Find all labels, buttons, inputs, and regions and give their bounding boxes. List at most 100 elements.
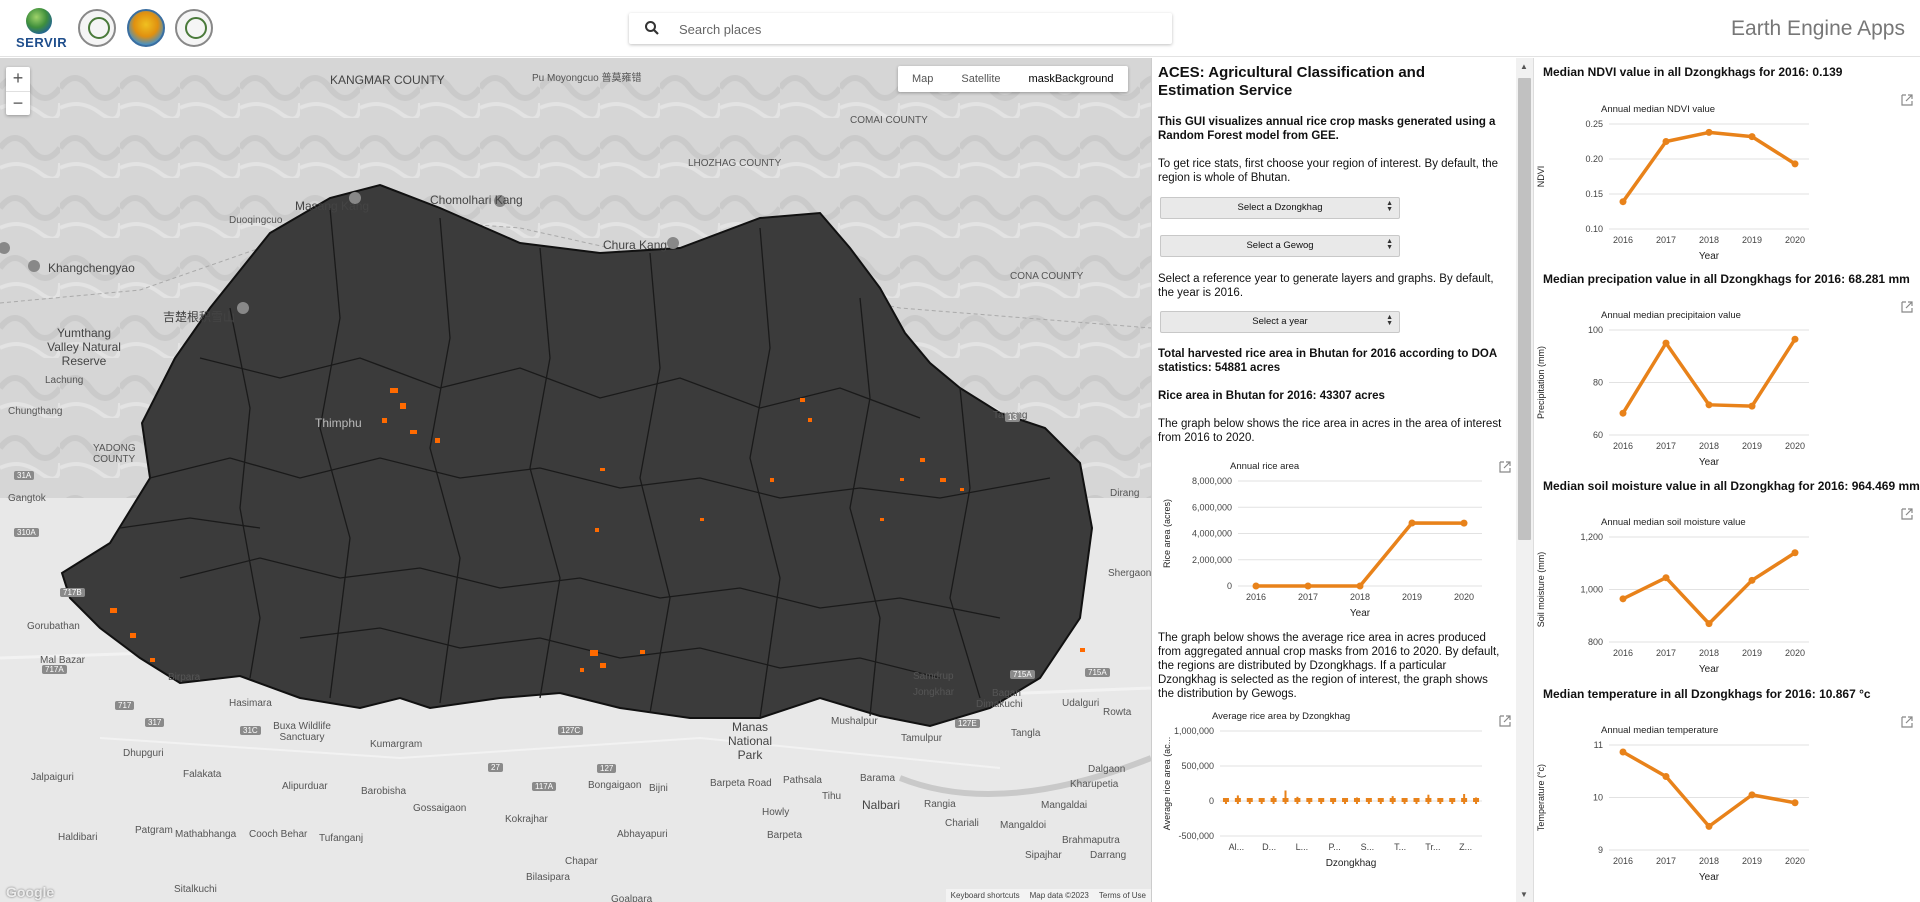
open-in-new-icon[interactable] [1901, 508, 1913, 520]
series-line [1622, 750, 1796, 829]
x-tick-label: 2020 [1785, 441, 1805, 451]
soil-moisture-chart-svg: Annual median soil moisture value 800 1,00… [1536, 517, 1809, 675]
x-tick-label: 2017 [1656, 235, 1676, 245]
scroll-down-icon[interactable]: ▼ [1520, 890, 1528, 899]
google-logo[interactable]: Google [6, 884, 54, 900]
place-label: Khangchengyao [48, 261, 135, 275]
bar [1330, 798, 1337, 802]
bar [1365, 798, 1372, 802]
place-label: Manas National Park [727, 720, 773, 762]
y-tick-label: -500,000 [1178, 831, 1214, 841]
y-tick-label: 0 [1227, 581, 1232, 591]
series-line [1622, 551, 1796, 626]
search-box[interactable] [629, 13, 1172, 44]
road-badge: 717B [60, 588, 85, 597]
data-point [1791, 549, 1799, 557]
y-axis-label: Temperature (°c) [1536, 764, 1546, 831]
x-tick-label: 2019 [1742, 648, 1762, 658]
y-tick-label: 0.20 [1585, 154, 1603, 164]
bar [1282, 798, 1289, 802]
y-tick-label: 800 [1588, 637, 1603, 647]
search-input[interactable] [677, 18, 1161, 40]
data-point [1619, 748, 1627, 756]
zoom-in-button[interactable]: + [6, 67, 30, 92]
bar [1377, 798, 1384, 802]
search-icon[interactable] [643, 19, 661, 37]
place-label: Chura Kang [603, 238, 668, 252]
place-label: Samdrup [913, 671, 954, 682]
bar [1270, 798, 1277, 802]
keyboard-shortcuts-link[interactable]: Keyboard shortcuts [951, 889, 1020, 902]
x-tick-label: 2017 [1656, 856, 1676, 866]
x-tick-label: 2016 [1246, 592, 1266, 602]
map-type-control: Map Satellite maskBackground [898, 66, 1128, 92]
nppc-logo[interactable] [175, 9, 213, 47]
place-label: Pathsala [783, 775, 822, 786]
data-point [1252, 582, 1260, 590]
road-badge: 717A [42, 665, 67, 674]
scroll-up-icon[interactable]: ▲ [1520, 62, 1528, 71]
scrollbar-thumb[interactable] [1518, 78, 1531, 540]
x-axis-label: Year [1350, 608, 1371, 619]
data-point [1662, 339, 1670, 347]
soil-moisture-chart: Annual median soil moisture value 800 1,00… [1534, 494, 1920, 675]
panel-scrollbar[interactable]: ▲ ▼ [1516, 58, 1533, 902]
place-label: Mangaldai [1041, 800, 1088, 811]
open-in-new-icon[interactable] [1901, 301, 1913, 313]
map-view[interactable]: KANGMAR COUNTY Pu Moyongcuo 普莫雍错 COMAI C… [0, 58, 1151, 902]
x-tick-label: 2016 [1613, 235, 1633, 245]
dzongkhag-select[interactable]: Select a Dzongkhag ▲ ▼ [1160, 197, 1400, 219]
servir-logo[interactable]: SERVIR [16, 8, 67, 50]
moaf-logo[interactable] [127, 9, 165, 47]
road-badge: 127 [597, 764, 617, 773]
road-badge: 310A [14, 528, 39, 537]
place-label: Tangla [1011, 728, 1041, 739]
chart-title: Annual median precipitaion value [1601, 310, 1741, 321]
place-label: Yumthang Valley Natural Reserve [47, 326, 121, 368]
bar [1306, 798, 1313, 802]
globe-icon [26, 8, 52, 34]
temperature-heading: Median temperature in all Dzongkhags for… [1543, 687, 1871, 701]
place-label: Shergaon [1108, 568, 1151, 579]
x-tick-label: 2019 [1742, 235, 1762, 245]
place-label: 吉楚根积雪山 [163, 310, 236, 324]
map-type-satellite[interactable]: Satellite [947, 66, 1014, 92]
open-in-new-icon[interactable] [1499, 715, 1511, 727]
bar [1425, 798, 1432, 802]
gewog-select[interactable]: Select a Gewog ▲ ▼ [1160, 235, 1400, 257]
road-badge: 31A [14, 471, 35, 480]
y-axis-label: Rice area (acres) [1162, 499, 1172, 568]
dai-logo[interactable] [78, 9, 116, 47]
x-tick-label: 2018 [1699, 235, 1719, 245]
y-tick-label: 1,000 [1580, 585, 1603, 595]
place-label: Dhupguri [123, 748, 164, 759]
map-type-mask-background[interactable]: maskBackground [1015, 66, 1128, 92]
rice-area-text: Rice area in Bhutan for 2016: 43307 acre… [1158, 390, 1385, 402]
y-axis-label: Precipitation (mm) [1536, 346, 1546, 419]
place-label: Haldibari [58, 832, 98, 843]
map-type-map[interactable]: Map [898, 66, 947, 92]
map-canvas[interactable] [0, 58, 1151, 902]
place-label: Dirang [1110, 488, 1140, 499]
data-point [1705, 128, 1713, 136]
y-tick-label: 9 [1598, 845, 1603, 855]
x-tick-label: Al... [1229, 842, 1245, 852]
year-select[interactable]: Select a year ▲ ▼ [1160, 311, 1400, 333]
x-axis-label: Year [1699, 457, 1720, 467]
place-label: Chapar [565, 856, 598, 867]
place-label: Lachung [45, 375, 84, 386]
map-footer: Keyboard shortcuts Map data ©2023 Terms … [945, 889, 1151, 902]
y-tick-label: 80 [1593, 378, 1603, 388]
y-tick-label: 0.15 [1585, 189, 1603, 199]
place-label: Mathabhanga [175, 829, 237, 840]
servir-logo-text: SERVIR [16, 35, 68, 50]
bar [1246, 798, 1253, 802]
y-tick-label: 2,000,000 [1192, 555, 1232, 565]
chart-title: Annual rice area [1230, 461, 1300, 472]
open-in-new-icon[interactable] [1901, 716, 1913, 728]
terms-link[interactable]: Terms of Use [1099, 889, 1146, 902]
open-in-new-icon[interactable] [1901, 94, 1913, 106]
zoom-out-button[interactable]: − [6, 92, 30, 116]
place-label: Kokrajhar [505, 814, 548, 825]
open-in-new-icon[interactable] [1499, 461, 1511, 473]
